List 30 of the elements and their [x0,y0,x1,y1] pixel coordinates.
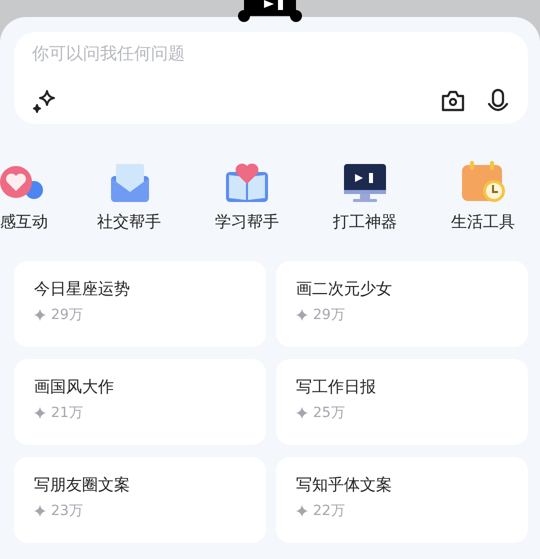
microphone-icon[interactable] [486,88,510,114]
category-button[interactable]: 打工神器 [320,160,410,233]
monitor-icon [343,162,387,204]
sparkle-icon[interactable] [32,88,58,114]
prompt-card[interactable]: 写知乎体文案 22万 [276,457,528,543]
category-button[interactable]: 学习帮手 [202,160,292,233]
sparkle-icon [34,309,46,321]
calendar-clock-icon [460,160,506,204]
category-button[interactable]: 感互动 [0,160,56,233]
prompt-card[interactable]: 画国风大作 21万 [14,359,266,445]
category-button[interactable]: 社交帮手 [84,160,174,233]
usage-count: 29万 [313,306,345,324]
sparkle-icon [296,309,308,321]
usage-count: 25万 [313,404,345,422]
category-button[interactable]: 生活工具 [438,160,528,233]
prompt-card[interactable]: 今日星座运势 29万 [14,261,266,347]
prompt-card[interactable]: 画二次元少女 29万 [276,261,528,347]
sparkle-icon [296,407,308,419]
prompt-card[interactable]: 写工作日报 25万 [276,359,528,445]
prompt-card[interactable]: 写朋友圈文案 23万 [14,457,266,543]
usage-count: 29万 [51,306,83,324]
usage-count: 21万 [51,404,83,422]
camera-icon[interactable] [440,89,466,113]
ask-input-field[interactable]: 你可以问我任何问题 [14,32,528,124]
sparkle-icon [34,505,46,517]
usage-count: 23万 [51,502,83,520]
usage-count: 22万 [313,502,345,520]
sparkle-icon [296,505,308,517]
question-input[interactable]: 你可以问我任何问题 [32,44,432,64]
sparkle-icon [34,407,46,419]
